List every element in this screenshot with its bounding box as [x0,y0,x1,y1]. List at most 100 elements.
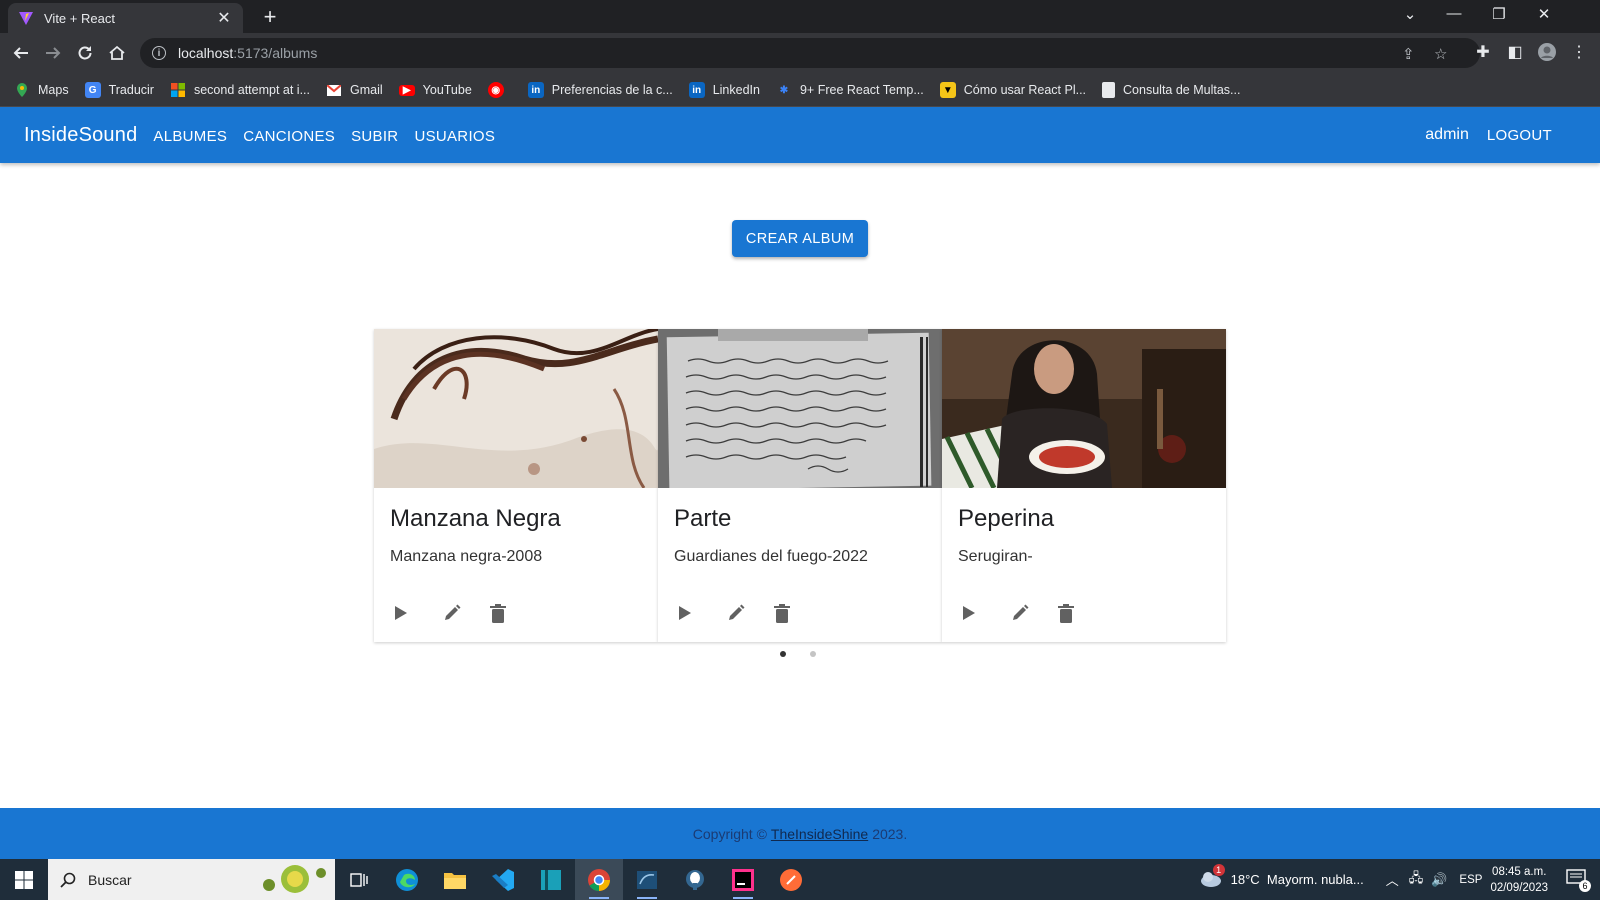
intellij-icon[interactable] [719,859,767,900]
delete-icon[interactable] [770,601,818,625]
bookmark-gmail[interactable]: Gmail [326,82,383,98]
album-card: Peperina Serugiran- [942,329,1226,642]
close-tab-icon[interactable]: ✕ [215,8,233,28]
clock[interactable]: 08:45 a.m. 02/09/2023 [1490,864,1548,896]
reload-icon[interactable] [74,42,96,64]
bookmark-label: LinkedIn [712,83,760,97]
side-panel-icon[interactable]: ◧ [1504,42,1526,62]
bookmark-label: second attempt at i... [193,83,311,97]
edge-icon[interactable] [383,859,431,900]
handwritten-notebook-photo [658,329,942,488]
play-icon[interactable] [390,601,438,625]
play-icon[interactable] [958,601,1006,625]
maps-icon [14,82,30,98]
play-icon[interactable] [674,601,722,625]
album-cover-image[interactable] [942,329,1226,488]
carousel-dot-active[interactable] [780,651,786,657]
bookmark-label: Preferencias de la c... [551,83,673,97]
bookmark-label: Consulta de Multas... [1123,83,1241,97]
nav-usuarios[interactable]: USUARIOS [414,125,495,145]
bookmark-youtube-music[interactable]: ◉ [487,82,512,98]
bookmark-youtube[interactable]: ▶ YouTube [398,83,472,97]
taskbar-search[interactable]: Buscar [48,859,335,900]
language-indicator[interactable]: ESP [1459,874,1482,886]
bookmark-linkedin[interactable]: in LinkedIn [688,82,760,98]
menu-dots-icon[interactable]: ⋮ [1568,42,1590,62]
bookmark-label: Cómo usar React Pl... [963,83,1087,97]
share-icon[interactable]: ⇪ [1402,45,1415,63]
microsoft-icon [170,82,186,98]
notifications-icon[interactable]: 6 [1566,869,1591,892]
search-icon [60,872,76,888]
browser-tab[interactable]: Vite + React ✕ [8,3,243,33]
bookmark-react-templates[interactable]: ✱ 9+ Free React Temp... [776,82,924,98]
bookmark-multas[interactable]: Consulta de Multas... [1102,82,1240,98]
restore-icon[interactable]: ❐ [1489,5,1509,23]
browser-toolbar: i localhost :5173/albums ⇪ ☆ ✚ ◧ ⋮ [0,33,1600,74]
album-actions [958,601,1102,625]
system-tray: 1 18°C Mayorm. nubla... ︿ 🖧 🔊 ESP 08:45 … [1199,859,1600,900]
album-actions [390,601,534,625]
network-icon[interactable]: 🖧 [1409,869,1424,891]
weather-text[interactable]: 18°C Mayorm. nubla... [1231,872,1364,887]
address-bar[interactable]: i localhost :5173/albums ⇪ ☆ [140,38,1480,68]
album-title: Manzana Negra [390,505,561,532]
girl-with-plate-photo [942,329,1226,488]
minimize-icon[interactable]: — [1444,5,1464,22]
edit-icon[interactable] [722,601,770,625]
linkedin-icon: in [527,82,544,98]
file-explorer-icon[interactable] [431,859,479,900]
youtube-music-icon: ◉ [487,82,504,98]
postman-icon[interactable] [767,859,815,900]
close-window-icon[interactable]: ✕ [1534,5,1554,23]
back-icon[interactable] [10,42,32,64]
windows-start-icon[interactable] [0,859,48,900]
vscode-icon[interactable] [479,859,527,900]
nav-subir[interactable]: SUBIR [351,125,398,145]
url-path: :5173/albums [233,45,318,61]
brand-logo[interactable]: InsideSound [24,124,137,147]
bookmark-preferencias[interactable]: in Preferencias de la c... [527,82,673,98]
create-album-button[interactable]: CREAR ALBUM [732,220,868,257]
album-cover-image[interactable] [658,329,942,488]
chevron-up-icon[interactable]: ︿ [1386,870,1399,889]
search-highlight-icon [263,865,326,893]
app-bar: InsideSound ALBUMES CANCIONES SUBIR USUA… [0,107,1600,163]
bookmark-traducir[interactable]: G Traducir [84,82,154,98]
tab-search-chevron-icon[interactable]: ⌄ [1400,5,1420,23]
bookmark-react-plugins[interactable]: ▼ Cómo usar React Pl... [939,82,1087,98]
postgresql-icon[interactable] [671,859,719,900]
profile-avatar[interactable] [1536,42,1558,67]
chrome-icon[interactable] [575,859,623,900]
forward-icon[interactable] [42,42,64,64]
weather-icon[interactable]: 1 [1199,864,1225,891]
bookmark-star-icon[interactable]: ☆ [1434,45,1447,63]
windows-taskbar: Buscar 1 18°C Mayorm. nubla... ︿ 🖧 🔊 ESP… [0,859,1600,900]
bookmark-second-attempt[interactable]: second attempt at i... [170,82,310,98]
delete-icon[interactable] [1054,601,1102,625]
home-icon[interactable] [106,42,128,64]
album-title: Peperina [958,505,1055,532]
bookmark-maps[interactable]: Maps [14,82,69,98]
terminal-app-icon[interactable] [527,859,575,900]
browser-tabstrip: Vite + React ✕ + ⌄ — ❐ ✕ [0,0,1600,33]
bookmark-label: Maps [38,83,69,97]
extensions-icon[interactable]: ✚ [1472,42,1494,62]
mysql-workbench-icon[interactable] [623,859,671,900]
task-view-icon[interactable] [335,859,383,900]
site-info-icon[interactable]: i [152,46,166,60]
bookmark-label: Traducir [108,83,154,97]
nav-canciones[interactable]: CANCIONES [243,125,335,145]
nav-albumes[interactable]: ALBUMES [153,125,227,145]
logout-button[interactable]: LOGOUT [1487,127,1552,144]
volume-icon[interactable]: 🔊 [1431,872,1447,888]
edit-icon[interactable] [438,601,486,625]
edit-icon[interactable] [1006,601,1054,625]
weather-badge: 1 [1212,864,1225,876]
gmail-icon [326,82,342,98]
footer-link[interactable]: TheInsideShine [771,826,868,842]
new-tab-icon[interactable]: + [258,4,282,30]
delete-icon[interactable] [486,601,534,625]
album-cover-image[interactable] [374,329,658,488]
carousel-dot[interactable] [810,651,816,657]
